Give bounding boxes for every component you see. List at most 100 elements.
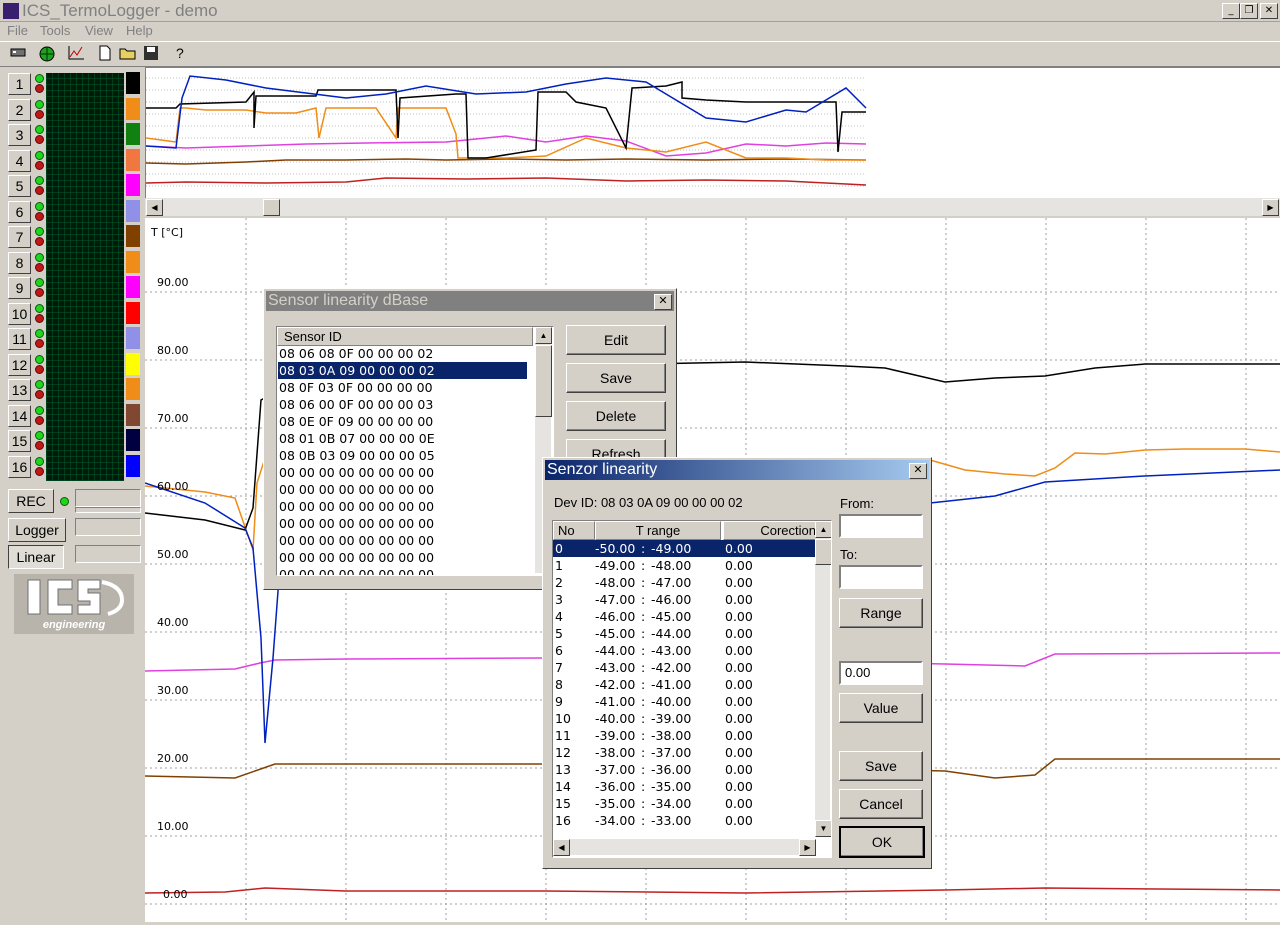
sensor-id-row[interactable]: 00 00 00 00 00 00 00 00 bbox=[278, 532, 527, 549]
menu-view[interactable]: View bbox=[85, 23, 113, 38]
channel-3-button[interactable]: 3 bbox=[8, 124, 31, 146]
overview-scrollbar[interactable]: ◀ ▶ bbox=[145, 198, 1280, 216]
range-button[interactable]: Range bbox=[839, 598, 923, 628]
menu-help[interactable]: Help bbox=[126, 23, 153, 38]
linearity-vscrollbar[interactable]: ▲ ▼ bbox=[815, 521, 831, 837]
device-icon[interactable] bbox=[8, 45, 28, 63]
rec-button[interactable]: REC bbox=[8, 489, 54, 513]
scroll-right-icon[interactable]: ▶ bbox=[1262, 199, 1279, 216]
sensor-id-row[interactable]: 00 00 00 00 00 00 00 00 bbox=[278, 498, 527, 515]
sensor-id-row[interactable]: 08 0B 03 09 00 00 00 05 bbox=[278, 447, 527, 464]
linearity-row[interactable]: 1 -49.00: -48.00 0.00 bbox=[553, 557, 815, 574]
table-scroll-left-icon[interactable]: ◀ bbox=[553, 839, 570, 856]
save-button[interactable]: Save bbox=[839, 751, 923, 781]
channel-6-color-swatch[interactable] bbox=[126, 199, 140, 222]
channel-8-button[interactable]: 8 bbox=[8, 251, 31, 274]
table-scroll-up-icon[interactable]: ▲ bbox=[815, 521, 831, 538]
close-window-button[interactable]: ✕ bbox=[1260, 3, 1278, 19]
menu-tools[interactable]: Tools bbox=[40, 23, 70, 38]
col-no-header[interactable]: No bbox=[553, 521, 595, 540]
channel-2-color-swatch[interactable] bbox=[126, 97, 140, 120]
channel-15-button[interactable]: 15 bbox=[8, 430, 31, 452]
channel-15-color-swatch[interactable] bbox=[126, 429, 140, 451]
new-file-icon[interactable] bbox=[95, 45, 115, 63]
sensor-id-row[interactable]: 08 06 00 0F 00 00 00 03 bbox=[278, 396, 527, 413]
table-vscroll-thumb[interactable] bbox=[815, 539, 831, 565]
channel-1-color-swatch[interactable] bbox=[126, 72, 140, 94]
globe-icon[interactable] bbox=[37, 45, 57, 63]
sensor-id-row[interactable]: 08 06 08 0F 00 00 00 02 bbox=[278, 345, 527, 362]
scroll-left-icon[interactable]: ◀ bbox=[146, 199, 163, 216]
sensor-id-row[interactable]: 00 00 00 00 00 00 00 00 bbox=[278, 464, 527, 481]
channel-11-button[interactable]: 11 bbox=[8, 328, 31, 350]
linearity-hscrollbar[interactable]: ◀ ▶ bbox=[553, 839, 816, 856]
linearity-row[interactable]: 4 -46.00: -45.00 0.00 bbox=[553, 608, 815, 625]
channel-9-color-swatch[interactable] bbox=[126, 276, 140, 298]
linearity-row[interactable]: 8 -42.00: -41.00 0.00 bbox=[553, 676, 815, 693]
sensor-id-row[interactable]: 00 00 00 00 00 00 00 00 bbox=[278, 481, 527, 498]
channel-6-button[interactable]: 6 bbox=[8, 200, 31, 223]
linearity-row[interactable]: 11 -39.00: -38.00 0.00 bbox=[553, 727, 815, 744]
channel-10-button[interactable]: 10 bbox=[8, 302, 31, 325]
linearity-row[interactable]: 14 -36.00: -35.00 0.00 bbox=[553, 778, 815, 795]
channel-5-button[interactable]: 5 bbox=[8, 175, 31, 197]
linearity-row[interactable]: 2 -48.00: -47.00 0.00 bbox=[553, 574, 815, 591]
linearity-row[interactable]: 16 -34.00: -33.00 0.00 bbox=[553, 812, 815, 829]
col-range-header[interactable]: T range bbox=[595, 521, 721, 540]
senzor-close-button[interactable]: ✕ bbox=[909, 463, 927, 479]
channel-11-color-swatch[interactable] bbox=[126, 327, 140, 349]
channel-16-button[interactable]: 16 bbox=[8, 455, 31, 478]
edit-button[interactable]: Edit bbox=[566, 325, 666, 355]
save-disk-icon[interactable] bbox=[141, 45, 161, 63]
sensor-id-row[interactable]: 08 01 0B 07 00 00 00 0E bbox=[278, 430, 527, 447]
scroll-thumb[interactable] bbox=[263, 199, 280, 216]
linearity-row[interactable]: 3 -47.00: -46.00 0.00 bbox=[553, 591, 815, 608]
channel-10-color-swatch[interactable] bbox=[126, 301, 140, 324]
sensor-id-row[interactable]: 08 0E 0F 09 00 00 00 00 bbox=[278, 413, 527, 430]
channel-14-button[interactable]: 14 bbox=[8, 404, 31, 427]
sensor-id-row[interactable]: 08 03 0A 09 00 00 00 02 bbox=[278, 362, 527, 379]
channel-4-button[interactable]: 4 bbox=[8, 149, 31, 172]
linear-button[interactable]: Linear bbox=[8, 545, 64, 569]
channel-13-button[interactable]: 13 bbox=[8, 379, 31, 401]
sensor-id-list[interactable]: Sensor ID 08 06 08 0F 00 00 00 02 08 03 0… bbox=[276, 326, 554, 576]
channel-2-button[interactable]: 2 bbox=[8, 98, 31, 121]
channel-4-color-swatch[interactable] bbox=[126, 148, 140, 171]
channel-8-color-swatch[interactable] bbox=[126, 250, 140, 273]
channel-7-color-swatch[interactable] bbox=[126, 225, 140, 247]
linearity-row[interactable]: 0 -50.00: -49.00 0.00 bbox=[553, 540, 815, 557]
channel-12-color-swatch[interactable] bbox=[126, 352, 140, 375]
channel-16-color-swatch[interactable] bbox=[126, 454, 140, 477]
value-input[interactable]: 0.00 bbox=[839, 661, 923, 685]
help-icon[interactable]: ? bbox=[170, 45, 190, 63]
delete-button[interactable]: Delete bbox=[566, 401, 666, 431]
linearity-row[interactable]: 10 -40.00: -39.00 0.00 bbox=[553, 710, 815, 727]
sensor-id-row[interactable]: 08 0F 03 0F 00 00 00 00 bbox=[278, 379, 527, 396]
linearity-row[interactable]: 6 -44.00: -43.00 0.00 bbox=[553, 642, 815, 659]
scroll-up-icon[interactable]: ▲ bbox=[535, 327, 552, 344]
linearity-row[interactable]: 15 -35.00: -34.00 0.00 bbox=[553, 795, 815, 812]
sensor-db-close-button[interactable]: ✕ bbox=[654, 294, 672, 310]
channel-5-color-swatch[interactable] bbox=[126, 174, 140, 196]
linearity-row[interactable]: 13 -37.00: -36.00 0.00 bbox=[553, 761, 815, 778]
restore-button[interactable]: ❐ bbox=[1240, 3, 1258, 19]
linearity-row[interactable]: 5 -45.00: -44.00 0.00 bbox=[553, 625, 815, 642]
col-corr-header[interactable]: Corection bbox=[723, 521, 821, 540]
save-db-button[interactable]: Save bbox=[566, 363, 666, 393]
channel-1-button[interactable]: 1 bbox=[8, 73, 31, 95]
cancel-button[interactable]: Cancel bbox=[839, 789, 923, 819]
sensor-id-row[interactable]: 00 00 00 00 00 00 00 00 bbox=[278, 549, 527, 566]
table-scroll-right-icon[interactable]: ▶ bbox=[799, 839, 816, 856]
overview-chart[interactable] bbox=[145, 67, 1280, 200]
logger-button[interactable]: Logger bbox=[8, 518, 66, 542]
channel-12-button[interactable]: 12 bbox=[8, 353, 31, 376]
channel-14-color-swatch[interactable] bbox=[126, 403, 140, 426]
from-input[interactable] bbox=[839, 514, 923, 538]
channel-13-color-swatch[interactable] bbox=[126, 378, 140, 400]
linearity-row[interactable]: 9 -41.00: -40.00 0.00 bbox=[553, 693, 815, 710]
sensor-id-row[interactable]: 00 00 00 00 00 00 00 00 bbox=[278, 566, 527, 575]
to-input[interactable] bbox=[839, 565, 923, 589]
sensor-list-thumb[interactable] bbox=[535, 345, 552, 417]
linearity-row[interactable]: 12 -38.00: -37.00 0.00 bbox=[553, 744, 815, 761]
sensor-id-row[interactable]: 00 00 00 00 00 00 00 00 bbox=[278, 515, 527, 532]
